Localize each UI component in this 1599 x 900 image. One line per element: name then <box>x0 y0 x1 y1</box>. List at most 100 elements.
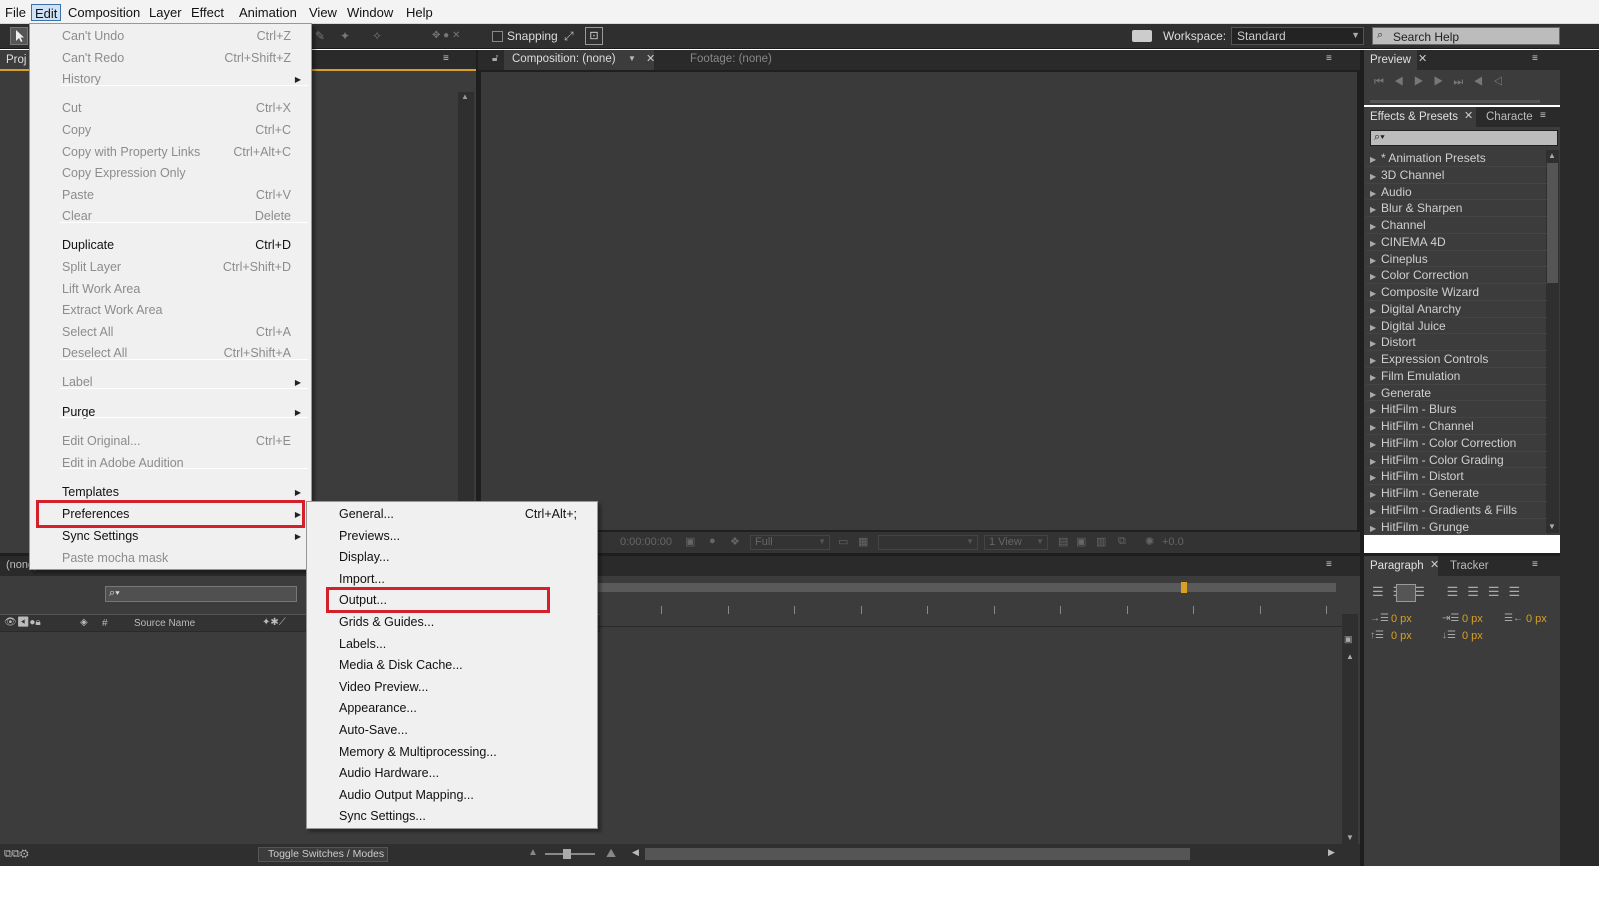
preferences-menu-item[interactable]: Sync Settings... <box>339 806 426 826</box>
panel-menu-icon[interactable]: ≡ <box>1532 559 1538 570</box>
workspace-dropdown[interactable]: Standard ▼ <box>1231 27 1364 45</box>
tab-composition[interactable]: Composition: (none) ▼ ✕ <box>504 50 655 70</box>
pin-tool-icon[interactable]: ✧ <box>372 29 386 43</box>
tab-project[interactable]: Proj <box>0 50 33 70</box>
effect-category-item[interactable]: ▶ Channel <box>1370 217 1426 233</box>
chevron-down-icon[interactable]: ▼ <box>628 54 636 63</box>
timeline-hscroll-thumb[interactable] <box>645 848 1190 860</box>
pen-tool-icon[interactable]: ✎ <box>315 29 329 43</box>
preferences-menu-item[interactable]: Audio Hardware... <box>339 763 439 783</box>
tab-effects-presets[interactable]: Effects & Presets <box>1364 107 1476 127</box>
selection-tool-icon[interactable] <box>10 27 28 45</box>
zoom-slider[interactable] <box>545 849 595 859</box>
effect-category-item[interactable]: ▶ Film Emulation <box>1370 368 1460 384</box>
snapshot-icon[interactable]: ▣ <box>685 535 695 548</box>
camera-dropdown[interactable]: ▼ <box>878 535 978 550</box>
label-icon[interactable]: ◈ <box>80 617 88 628</box>
transparency-grid-icon[interactable]: ▦ <box>858 535 868 548</box>
menu-layer[interactable]: Layer <box>146 4 185 21</box>
space-after-value[interactable]: 0 px <box>1462 630 1483 642</box>
space-before-value[interactable]: 0 px <box>1391 630 1412 642</box>
effect-category-item[interactable]: ▶ Cineplus <box>1370 251 1428 267</box>
preferences-menu-item[interactable]: Previews... <box>339 526 400 546</box>
preferences-menu-item[interactable]: Audio Output Mapping... <box>339 785 474 805</box>
preferences-menu-item[interactable]: Grids & Guides... <box>339 612 434 632</box>
lock-icon[interactable]: 🔓︎ <box>492 53 498 64</box>
effect-category-item[interactable]: ▶ HitFilm - Grunge <box>1370 519 1469 535</box>
toggle-switches-modes-button[interactable]: Toggle Switches / Modes <box>258 847 388 862</box>
layer-switches-icon[interactable]: ✦✱⟋ <box>262 617 286 628</box>
zoom-slider-handle[interactable] <box>563 849 571 859</box>
indent-right-value[interactable]: 0 px <box>1462 613 1483 625</box>
panel-menu-icon[interactable]: ≡ <box>1532 53 1538 64</box>
timeline-vscroll[interactable]: ▣ ▲ ▼ <box>1342 614 1358 844</box>
timecode-display[interactable]: 0:00:00:00 <box>620 536 672 548</box>
tab-tracker[interactable]: Tracker <box>1444 556 1495 576</box>
effects-search-input[interactable]: ⌕▾ <box>1370 130 1558 146</box>
timeline-search-input[interactable]: ⌕▾ <box>105 586 297 602</box>
effect-category-item[interactable]: ▶ 3D Channel <box>1370 167 1444 183</box>
preferences-menu-item[interactable]: Media & Disk Cache... <box>339 655 463 675</box>
close-icon[interactable]: ✕ <box>646 52 655 65</box>
tab-footage[interactable]: Footage: (none) <box>690 53 772 65</box>
effect-category-item[interactable]: ▶ Expression Controls <box>1370 351 1488 367</box>
effect-category-item[interactable]: ▶ HitFilm - Distort <box>1370 468 1464 484</box>
text-tool-icon[interactable]: ✦ <box>340 29 354 43</box>
tab-paragraph[interactable]: Paragraph <box>1364 556 1438 576</box>
effect-category-item[interactable]: ▶ HitFilm - Blurs <box>1370 401 1456 417</box>
resolution-dropdown[interactable]: Full ▼ <box>750 535 830 550</box>
snapping-checkbox[interactable] <box>492 31 503 42</box>
first-line-indent-value[interactable]: 0 px <box>1526 613 1547 625</box>
preferences-menu-item[interactable]: Memory & Multiprocessing... <box>339 742 497 762</box>
close-icon[interactable]: ✕ <box>1430 558 1439 571</box>
flowchart-icon[interactable]: ⧉ <box>1118 535 1126 548</box>
fast-previews-icon[interactable]: ▣ <box>1076 535 1086 548</box>
edit-menu-item[interactable]: Sync Settings <box>62 526 138 546</box>
menu-help[interactable]: Help <box>403 4 436 21</box>
scroll-left-icon[interactable]: ◀ <box>632 847 639 858</box>
panel-menu-icon[interactable]: ≡ <box>443 53 449 64</box>
effects-scrollbar[interactable]: ▲ ▼ <box>1546 150 1559 533</box>
menu-edit[interactable]: Edit <box>31 4 62 21</box>
menu-file[interactable]: File <box>2 4 29 21</box>
menu-view[interactable]: View <box>306 4 340 21</box>
effect-category-item[interactable]: ▶ Distort <box>1370 334 1416 350</box>
effect-category-item[interactable]: ▶ Digital Juice <box>1370 318 1446 334</box>
project-scrollbar[interactable]: ▲ <box>458 92 474 550</box>
column-source-name[interactable]: Source Name <box>134 618 195 629</box>
effect-category-item[interactable]: ▶ Generate <box>1370 385 1431 401</box>
preferences-menu-item[interactable]: Import... <box>339 569 385 589</box>
effect-category-item[interactable]: ▶ HitFilm - Color Correction <box>1370 435 1516 451</box>
channel-icon[interactable]: ❖ <box>730 535 740 548</box>
scrollbar-thumb[interactable] <box>1547 163 1558 283</box>
close-icon[interactable]: ✕ <box>1418 52 1427 65</box>
edit-menu-item[interactable]: Purge <box>62 402 95 422</box>
tab-character[interactable]: Characte <box>1480 107 1544 127</box>
comp-button-icon[interactable]: ▣ <box>1344 634 1353 645</box>
panel-menu-icon[interactable]: ≡ <box>1326 559 1332 570</box>
menu-window[interactable]: Window <box>344 4 396 21</box>
effect-category-item[interactable]: ▶ Digital Anarchy <box>1370 301 1461 317</box>
region-of-interest-icon[interactable]: ▭ <box>838 535 848 548</box>
panel-menu-icon[interactable]: ≡ <box>1326 53 1332 64</box>
effect-category-item[interactable]: ▶ HitFilm - Generate <box>1370 485 1479 501</box>
playback-controls[interactable]: ⏮◀▶▶⏭◀◁ <box>1374 76 1554 90</box>
exposure-value[interactable]: +0.0 <box>1162 536 1184 548</box>
preferences-menu-item[interactable]: Video Preview... <box>339 677 428 697</box>
av-switches-icon[interactable]: 👁︎◀︎●🔒︎ <box>4 617 41 628</box>
scroll-right-icon[interactable]: ▶ <box>1328 847 1335 858</box>
close-icon[interactable]: ✕ <box>1464 109 1473 122</box>
effect-category-item[interactable]: ▶ Color Correction <box>1370 267 1468 283</box>
work-area-end-handle[interactable] <box>1181 582 1187 593</box>
show-snapshot-icon[interactable]: ● <box>709 535 716 547</box>
effect-category-item[interactable]: ▶ HitFilm - Channel <box>1370 418 1474 434</box>
search-help-field[interactable]: ⌕ Search Help <box>1372 27 1560 45</box>
views-dropdown[interactable]: 1 View ▼ <box>984 535 1048 550</box>
effect-category-item[interactable]: ▶ Audio <box>1370 184 1412 200</box>
effect-category-item[interactable]: ▶ Blur & Sharpen <box>1370 200 1462 216</box>
preferences-menu-item[interactable]: Labels... <box>339 634 386 654</box>
time-ruler[interactable] <box>598 606 1336 616</box>
effect-category-item[interactable]: ▶ * Animation Presets <box>1370 150 1486 166</box>
exposure-icon[interactable]: ✺ <box>1145 535 1154 548</box>
axis-mode-icons[interactable]: ✥ ● ✕ <box>432 30 472 42</box>
